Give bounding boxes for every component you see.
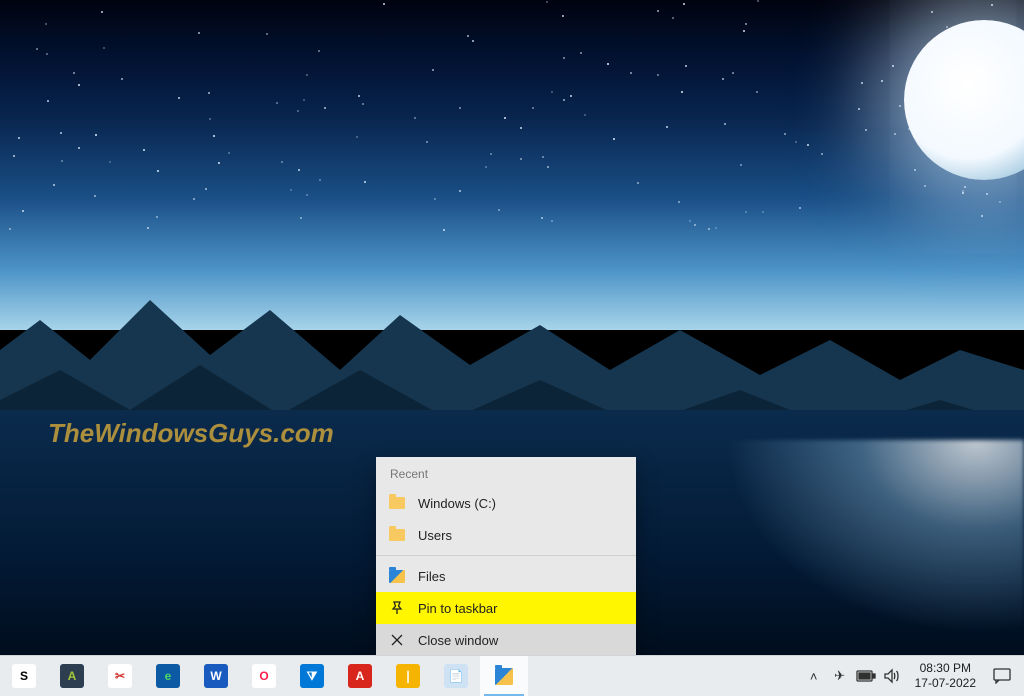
system-tray: ˄ ✈ 08:30 PM 17-07-2022 — [801, 656, 1024, 696]
snipping-icon: ✂ — [108, 664, 132, 688]
tray-overflow-chevron-icon[interactable]: ˄ — [801, 656, 827, 696]
vscode-icon: ⧩ — [300, 664, 324, 688]
wallpaper-moon-reflection — [704, 440, 1024, 650]
taskbar-app-opera[interactable]: O — [240, 656, 288, 696]
jumplist-item-label: Windows (C:) — [418, 496, 496, 511]
svp-icon: S — [12, 664, 36, 688]
file-explorer-icon — [495, 667, 513, 685]
jumplist-item-label: Close window — [418, 633, 498, 648]
jumplist-section-recent: Recent — [376, 457, 636, 487]
taskbar-app-doc[interactable]: ❘ — [384, 656, 432, 696]
jumplist-close-window[interactable]: Close window — [376, 624, 636, 656]
taskbar-app-word[interactable]: W — [192, 656, 240, 696]
folder-icon — [388, 494, 406, 512]
jumplist: Recent Windows (C:) Users Files Pin to t… — [376, 457, 636, 656]
opera-icon: O — [252, 664, 276, 688]
jumplist-recent-item[interactable]: Users — [376, 519, 636, 551]
battery-icon[interactable] — [853, 656, 879, 696]
volume-icon[interactable] — [879, 656, 905, 696]
clock-time: 08:30 PM — [915, 661, 976, 676]
jumplist-separator — [376, 555, 636, 556]
close-icon — [388, 631, 406, 649]
jumplist-item-label: Files — [418, 569, 445, 584]
clock-date: 17-07-2022 — [915, 676, 976, 691]
edge-icon: e — [156, 664, 180, 688]
taskbar-clock[interactable]: 08:30 PM 17-07-2022 — [905, 661, 986, 691]
taskbar-app-acrobat[interactable]: A — [336, 656, 384, 696]
taskbar-app-svp[interactable]: S — [0, 656, 48, 696]
taskbar-app-edge[interactable]: e — [144, 656, 192, 696]
taskbar-app-vscode[interactable]: ⧩ — [288, 656, 336, 696]
jumplist-app-entry[interactable]: Files — [376, 560, 636, 592]
jumplist-item-label: Users — [418, 528, 452, 543]
pin-icon — [388, 599, 406, 617]
acrobat-icon: A — [348, 664, 372, 688]
airplane-mode-icon[interactable]: ✈ — [827, 656, 853, 696]
taskbar-app-snipping[interactable]: ✂ — [96, 656, 144, 696]
android-studio-icon: A — [60, 664, 84, 688]
watermark-text: TheWindowsGuys.com — [48, 418, 334, 449]
notepad-icon: 📄 — [444, 664, 468, 688]
taskbar-app-notepad[interactable]: 📄 — [432, 656, 480, 696]
taskbar-app-android-studio[interactable]: A — [48, 656, 96, 696]
file-explorer-icon — [388, 567, 406, 585]
action-center-icon[interactable] — [986, 656, 1018, 696]
folder-icon — [388, 526, 406, 544]
doc-icon: ❘ — [396, 664, 420, 688]
jumplist-recent-item[interactable]: Windows (C:) — [376, 487, 636, 519]
jumplist-pin-to-taskbar[interactable]: Pin to taskbar — [376, 592, 636, 624]
jumplist-item-label: Pin to taskbar — [418, 601, 498, 616]
taskbar-pinned-apps: SA✂eWO⧩A❘📄 — [0, 656, 528, 696]
word-icon: W — [204, 664, 228, 688]
taskbar-app-file-explorer[interactable] — [480, 656, 528, 696]
taskbar: SA✂eWO⧩A❘📄 ˄ ✈ 08:30 PM 17-07-2022 — [0, 655, 1024, 696]
